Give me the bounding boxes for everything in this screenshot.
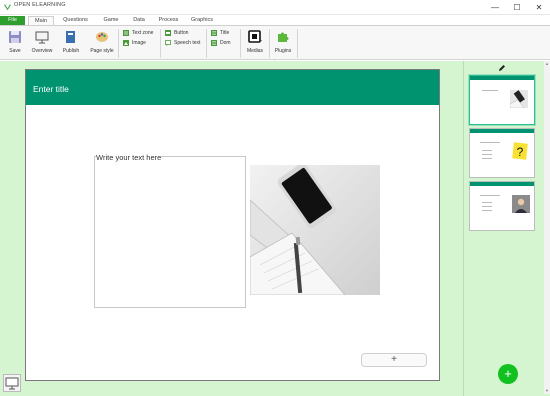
publish-icon <box>66 31 75 43</box>
slide-thumbnail[interactable]: ? <box>469 128 535 178</box>
plugins-button[interactable]: Plugins <box>272 28 294 58</box>
title-label: Title <box>220 30 230 36</box>
puzzle-icon <box>278 32 289 42</box>
dom-icon <box>211 39 217 46</box>
thumbnail-text-line <box>480 142 500 143</box>
thumbnail-text-line <box>482 150 492 151</box>
ribbon-separator <box>206 29 207 58</box>
scroll-down-icon[interactable]: ▼ <box>544 388 550 394</box>
tab-file[interactable]: File <box>0 16 25 25</box>
title-icon <box>211 29 217 36</box>
save-icon <box>9 31 21 43</box>
speech-text-icon <box>165 39 171 46</box>
ribbon-separator <box>160 29 161 58</box>
thumbnail-header <box>470 76 534 80</box>
title-button[interactable]: Title <box>211 29 229 37</box>
tab-game[interactable]: Game <box>99 16 123 25</box>
text-zone[interactable]: Write your text here <box>94 153 246 308</box>
text-zone-icon <box>123 29 129 36</box>
add-element-button[interactable]: + <box>361 353 427 367</box>
thumbnail-image <box>510 90 528 108</box>
title-bar: OPEN ELEARNING — ☐ ✕ <box>0 0 550 15</box>
image-icon <box>123 39 129 46</box>
thumbnail-text-line <box>482 90 498 91</box>
phone-notebook-image <box>250 165 380 295</box>
button-icon <box>165 29 171 36</box>
tab-questions[interactable]: Questions <box>59 16 92 25</box>
image-button[interactable]: Image <box>123 39 146 47</box>
slides-scrollbar[interactable]: ▲ ▼ <box>544 61 550 394</box>
menu-bar: File Main Questions Game Data Process Gr… <box>0 15 550 25</box>
ribbon-separator <box>118 29 119 58</box>
text-zone-label: Text zone <box>132 30 154 36</box>
ribbon-separator <box>240 29 241 58</box>
slide-image[interactable] <box>250 165 380 295</box>
tab-data[interactable]: Data <box>128 16 150 25</box>
presentation-button[interactable] <box>3 374 21 392</box>
speech-text-label: Speech text <box>174 40 201 46</box>
tab-graphics[interactable]: Graphics <box>187 16 217 25</box>
slide-canvas[interactable]: Enter title Write your text here + <box>25 69 440 381</box>
slides-panel: ? + ▲ ▼ <box>463 61 550 396</box>
save-label: Save <box>9 48 21 54</box>
slide-thumbnail[interactable] <box>469 75 535 125</box>
medias-icon <box>248 30 262 43</box>
medias-label: Medias <box>246 48 264 54</box>
thumbnail-text-line <box>482 202 492 203</box>
svg-text:?: ? <box>517 145 524 159</box>
page-style-label: Page style <box>90 48 114 54</box>
palette-icon <box>96 32 108 42</box>
minimize-button[interactable]: — <box>484 0 506 15</box>
close-button[interactable]: ✕ <box>528 0 550 15</box>
text-placeholder[interactable]: Write your text here <box>96 153 162 162</box>
page-style-button[interactable]: Page style <box>88 28 116 58</box>
button-label: Button <box>174 30 189 36</box>
thumbnail-header <box>470 182 534 186</box>
publish-label: Publish <box>62 48 80 54</box>
save-button[interactable]: Save <box>4 28 26 58</box>
person-image <box>512 195 530 213</box>
question-mark-image: ? <box>512 142 528 160</box>
slide-header: Enter title <box>26 70 439 105</box>
plugins-label: Plugins <box>274 48 292 54</box>
pencil-icon[interactable] <box>498 64 506 72</box>
thumbnail-text-line <box>480 195 500 196</box>
overview-icon <box>35 31 49 44</box>
thumbnail-text-line <box>482 210 492 211</box>
thumbnail-header <box>470 129 534 133</box>
maximize-button[interactable]: ☐ <box>506 0 528 15</box>
slide-thumbnail[interactable] <box>469 181 535 231</box>
image-label: Image <box>132 40 146 46</box>
ribbon-toolbar: Save Overview Publish Page style Text zo… <box>0 25 550 60</box>
ribbon-separator <box>269 29 270 58</box>
button-button[interactable]: Button <box>165 29 188 37</box>
tab-process[interactable]: Process <box>154 16 183 25</box>
tab-main[interactable]: Main <box>28 16 54 25</box>
dom-label: Dom <box>220 40 231 46</box>
text-zone-button[interactable]: Text zone <box>123 29 153 37</box>
app-logo-icon <box>3 4 12 11</box>
thumbnail-text-line <box>482 154 492 155</box>
scroll-up-icon[interactable]: ▲ <box>544 61 550 67</box>
publish-button[interactable]: Publish <box>59 28 83 58</box>
add-slide-button[interactable]: + <box>498 364 518 384</box>
thumbnail-text-line <box>482 206 492 207</box>
overview-label: Overview <box>31 48 53 54</box>
medias-button[interactable]: Medias <box>243 28 267 58</box>
editor-workspace: Enter title Write your text here + <box>0 61 463 396</box>
ribbon-separator <box>297 29 298 58</box>
slide-title[interactable]: Enter title <box>33 84 69 94</box>
thumbnail-text-line <box>482 158 492 159</box>
overview-button[interactable]: Overview <box>29 28 55 58</box>
presentation-icon <box>5 377 19 390</box>
speech-text-button[interactable]: Speech text <box>165 39 200 47</box>
dom-button[interactable]: Dom <box>211 39 231 47</box>
window-title: OPEN ELEARNING <box>14 2 66 8</box>
